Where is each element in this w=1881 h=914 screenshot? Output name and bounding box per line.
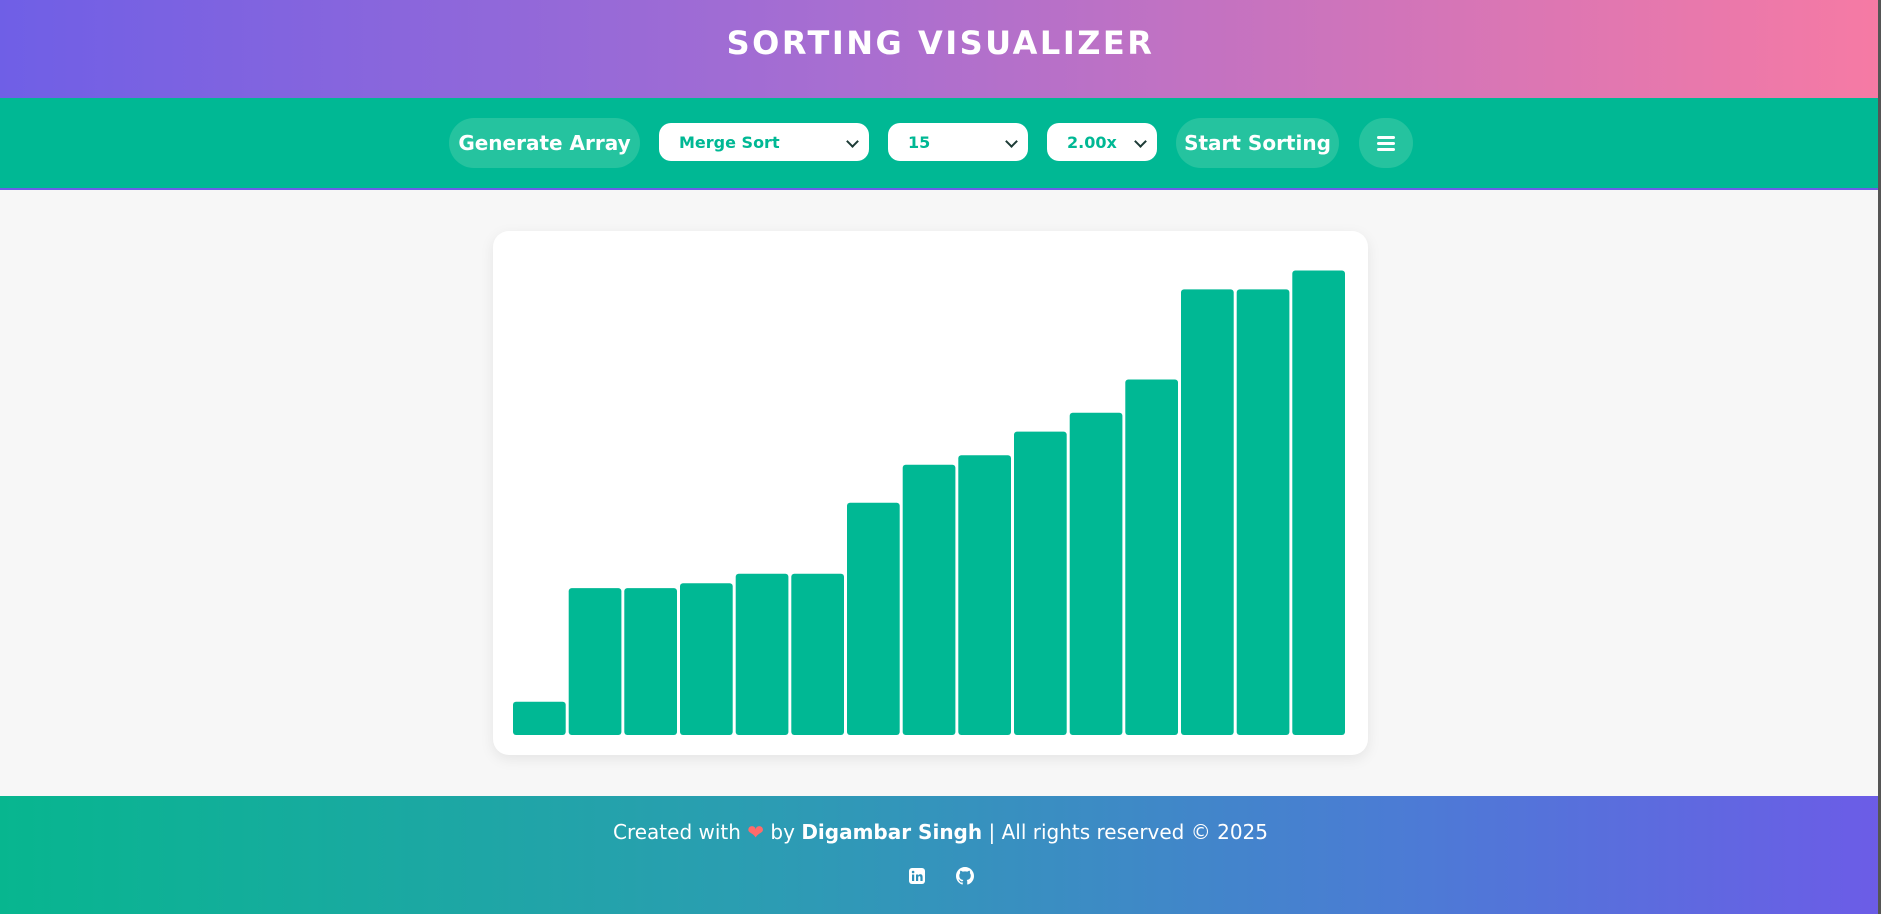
algorithm-select[interactable]: Merge Sort bbox=[659, 123, 869, 161]
array-bar bbox=[568, 588, 622, 735]
chevron-down-icon bbox=[1005, 135, 1018, 148]
heart-icon: ❤ bbox=[747, 820, 765, 844]
footer-by: by bbox=[770, 820, 795, 844]
algorithm-select-value: Merge Sort bbox=[679, 132, 780, 152]
array-bar bbox=[847, 502, 900, 735]
array-bar bbox=[735, 573, 789, 735]
footer-author: Digambar Singh bbox=[801, 820, 983, 844]
page-title: SORTING VISUALIZER bbox=[726, 24, 1155, 62]
chevron-down-icon bbox=[846, 135, 859, 148]
array-bar bbox=[902, 464, 956, 735]
app-header: SORTING VISUALIZER bbox=[0, 0, 1881, 98]
chevron-down-icon bbox=[1134, 135, 1147, 148]
github-icon[interactable] bbox=[955, 866, 975, 886]
array-bar bbox=[791, 573, 844, 735]
start-sorting-button[interactable]: Start Sorting bbox=[1176, 118, 1339, 168]
array-bar bbox=[680, 583, 733, 735]
linkedin-icon[interactable] bbox=[907, 866, 927, 886]
array-bar bbox=[1292, 270, 1345, 735]
controls-toolbar: Generate Array Merge Sort 15 2.00x Start… bbox=[0, 98, 1881, 190]
speed-select[interactable]: 2.00x bbox=[1047, 123, 1157, 161]
bar-chart bbox=[513, 270, 1345, 735]
social-links bbox=[0, 866, 1881, 886]
array-bar bbox=[1236, 289, 1290, 735]
array-bar bbox=[513, 701, 566, 735]
footer-suffix: | All rights reserved © 2025 bbox=[988, 820, 1268, 844]
footer-prefix: Created with bbox=[612, 820, 741, 844]
array-bar bbox=[1125, 379, 1178, 735]
hamburger-menu-icon[interactable] bbox=[1359, 118, 1413, 168]
generate-array-button[interactable]: Generate Array bbox=[449, 118, 640, 168]
page-footer: Created with ❤ by Digambar Singh | All r… bbox=[0, 796, 1881, 914]
array-bar bbox=[1014, 431, 1067, 735]
array-bar bbox=[624, 588, 677, 735]
footer-credit: Created with ❤ by Digambar Singh | All r… bbox=[0, 820, 1881, 844]
array-bar bbox=[1181, 289, 1234, 735]
array-bar bbox=[958, 455, 1011, 735]
visualizer-card bbox=[493, 231, 1368, 755]
array-size-select[interactable]: 15 bbox=[888, 123, 1028, 161]
array-size-select-value: 15 bbox=[908, 132, 931, 152]
speed-select-value: 2.00x bbox=[1067, 132, 1117, 152]
array-bar bbox=[1069, 412, 1123, 735]
